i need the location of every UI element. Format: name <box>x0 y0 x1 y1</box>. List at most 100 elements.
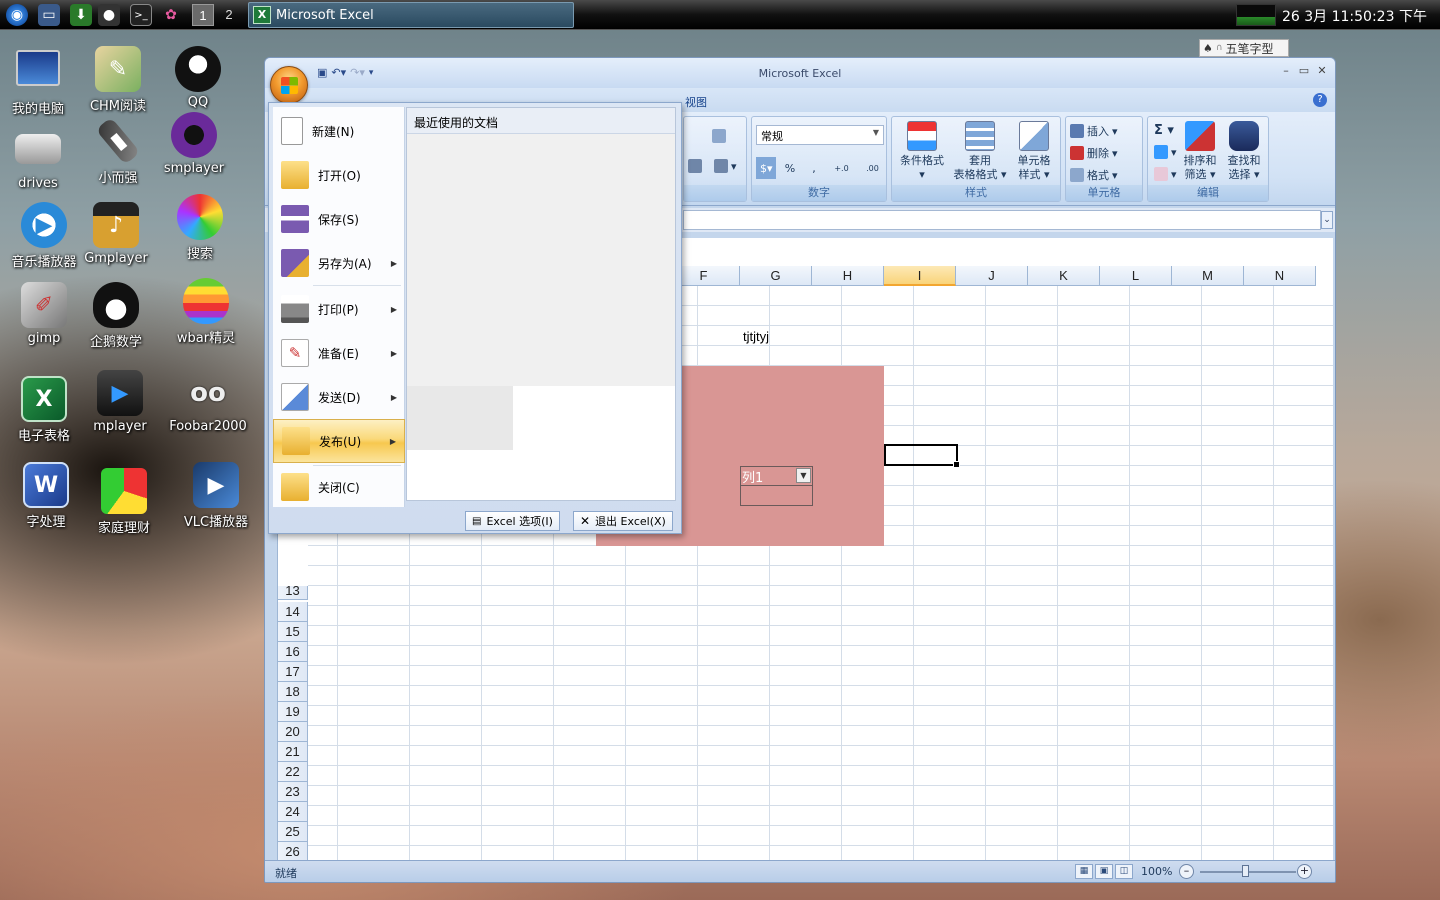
desktop-icon-gmplayer[interactable]: ♪ Gmplayer <box>72 202 160 266</box>
table-header-cell[interactable]: 列1 ▼ <box>740 466 813 486</box>
row-header-20[interactable]: 20 <box>278 722 308 742</box>
zoom-in-icon[interactable]: + <box>1297 864 1312 879</box>
zoom-level[interactable]: 100% <box>1141 865 1172 878</box>
format-as-table-button[interactable]: 套用 表格格式 ▾ <box>952 121 1008 182</box>
desktop-icon-search[interactable]: 搜索 <box>156 194 244 262</box>
conditional-format-button[interactable]: 条件格式 ▾ <box>894 121 950 182</box>
zoom-slider-thumb[interactable] <box>1242 865 1249 877</box>
row-header-13[interactable]: 13 <box>278 584 308 600</box>
close-icon[interactable]: ✕ <box>1315 64 1329 77</box>
page-layout-view-icon[interactable]: ▣ <box>1095 864 1113 879</box>
show-desktop-icon[interactable]: ▭ <box>38 4 60 26</box>
taskbar-excel-window[interactable]: X Microsoft Excel <box>248 2 574 28</box>
row-header-16[interactable]: 16 <box>278 642 308 662</box>
merge-cells-icon[interactable]: ▾ <box>714 159 737 173</box>
desktop-icon-vlc[interactable]: ▶ VLC播放器 <box>172 462 260 530</box>
exit-excel-button[interactable]: ✕ 退出 Excel(X) <box>573 511 673 531</box>
desktop-icon-mplayer[interactable]: ▶ mplayer <box>76 370 164 434</box>
workspace-1-button[interactable]: 1 <box>192 4 214 26</box>
delete-cells-button[interactable]: 删除 ▾ <box>1070 145 1118 161</box>
desktop-icon-drives[interactable]: drives <box>0 128 82 191</box>
menu-item-save-as[interactable]: 另存为(A) ▶ <box>273 241 405 285</box>
row-header-19[interactable]: 19 <box>278 702 308 722</box>
row-header-25[interactable]: 25 <box>278 822 308 842</box>
number-format-select[interactable]: 常规 ▼ <box>756 125 884 145</box>
desktop-icon-foobar2000[interactable]: oo Foobar2000 <box>164 370 252 434</box>
indent-icon[interactable] <box>688 159 702 173</box>
column-header-k[interactable]: K <box>1028 266 1100 286</box>
fill-icon[interactable]: ▾ <box>1154 145 1177 159</box>
autosum-icon[interactable]: Σ ▾ <box>1154 123 1174 138</box>
tab-view[interactable]: 视图 <box>685 94 707 110</box>
currency-format-icon[interactable]: $▾ <box>756 157 776 179</box>
filter-dropdown-icon[interactable]: ▼ <box>796 468 811 483</box>
menu-item-open[interactable]: 打开(O) <box>273 153 405 197</box>
menu-item-prepare[interactable]: ✎ 准备(E) ▶ <box>273 331 405 375</box>
sort-filter-button[interactable]: 排序和 筛选 ▾ <box>1178 121 1222 182</box>
formula-input[interactable] <box>683 210 1321 230</box>
row-header-26[interactable]: 26 <box>278 842 308 862</box>
row-header-22[interactable]: 22 <box>278 762 308 782</box>
menu-item-send[interactable]: 发送(D) ▶ <box>273 375 405 419</box>
download-icon[interactable]: ⬇ <box>70 4 92 26</box>
desktop-icon-spreadsheet[interactable]: X 电子表格 <box>0 376 88 444</box>
desktop-icon-home-finance[interactable]: 家庭理财 <box>80 468 168 536</box>
row-header-21[interactable]: 21 <box>278 742 308 762</box>
excel-options-button[interactable]: ▤ Excel 选项(I) <box>465 511 560 531</box>
desktop-icon-qq[interactable]: QQ <box>154 46 242 110</box>
column-header-g[interactable]: G <box>740 266 812 286</box>
clear-icon[interactable]: ▾ <box>1154 167 1177 181</box>
active-cell-i[interactable] <box>884 444 960 468</box>
minimize-icon[interactable]: – <box>1279 64 1293 77</box>
help-icon[interactable]: ? <box>1313 93 1327 107</box>
desktop-icon-smplayer[interactable]: smplayer <box>150 112 238 176</box>
start-menu-icon[interactable]: ◉ <box>6 4 28 26</box>
row-header-28[interactable]: 28 <box>278 882 308 883</box>
column-header-l[interactable]: L <box>1100 266 1172 286</box>
desktop-icon-xiaoerqiang[interactable]: ▮ 小而强 <box>74 116 162 186</box>
column-header-n[interactable]: N <box>1244 266 1316 286</box>
format-cells-button[interactable]: 格式 ▾ <box>1070 167 1118 183</box>
workspace-2-button[interactable]: 2 <box>218 4 240 26</box>
wrap-text-icon[interactable] <box>712 129 726 143</box>
office-button[interactable] <box>270 66 308 104</box>
normal-view-icon[interactable]: ▦ <box>1075 864 1093 879</box>
mouse-icon[interactable]: ● <box>98 4 120 26</box>
decrease-decimal-button[interactable]: .00 →.0 <box>859 157 886 195</box>
row-header-14[interactable]: 14 <box>278 602 308 622</box>
row-header-23[interactable]: 23 <box>278 782 308 802</box>
table-data-cell[interactable] <box>740 485 813 506</box>
zoom-out-icon[interactable]: – <box>1179 864 1194 879</box>
menu-item-new[interactable]: 新建(N) <box>273 109 405 153</box>
increase-decimal-button[interactable]: +.0 .00 <box>828 157 855 195</box>
menu-item-close[interactable]: 关闭(C) <box>273 465 405 509</box>
menu-item-print[interactable]: 打印(P) ▶ <box>273 287 405 331</box>
page-break-view-icon[interactable]: ◫ <box>1115 864 1133 879</box>
column-header-i[interactable]: I <box>884 266 956 286</box>
terminal-icon[interactable]: >_ <box>130 4 152 26</box>
cell-styles-button[interactable]: 单元格 样式 ▾ <box>1006 121 1062 182</box>
percent-button[interactable]: % <box>780 157 800 179</box>
column-header-h[interactable]: H <box>812 266 884 286</box>
desktop-icon-wbar[interactable]: wbar精灵 <box>162 278 250 346</box>
ime-status-bar[interactable]: ♠ ∩ 五笔字型 <box>1199 39 1289 57</box>
desktop-icon-my-computer[interactable]: 我的电脑 <box>0 46 82 117</box>
row-header-17[interactable]: 17 <box>278 662 308 682</box>
find-select-button[interactable]: 查找和 选择 ▾ <box>1222 121 1266 182</box>
desktop-icon-word-processor[interactable]: W 字处理 <box>2 462 90 530</box>
row-header-15[interactable]: 15 <box>278 622 308 642</box>
menu-item-save[interactable]: 保存(S) <box>273 197 405 241</box>
desktop-icon-penguin-math[interactable]: 企鹅数学 <box>72 282 160 350</box>
insert-cells-button[interactable]: 插入 ▾ <box>1070 123 1118 139</box>
comma-button[interactable]: , <box>804 157 824 179</box>
column-header-j[interactable]: J <box>956 266 1028 286</box>
row-header-18[interactable]: 18 <box>278 682 308 702</box>
pinwheel-icon[interactable]: ✿ <box>160 4 182 26</box>
expand-formula-bar-icon[interactable]: ⌄ <box>1321 211 1333 229</box>
maximize-icon[interactable]: ▭ <box>1297 64 1311 77</box>
cell-g-text[interactable]: tjtjtyj <box>743 329 769 344</box>
column-header-m[interactable]: M <box>1172 266 1244 286</box>
desktop-icon-chm-reader[interactable]: ✎ CHM阅读 <box>74 46 162 114</box>
menu-item-publish[interactable]: 发布(U) ▶ <box>273 419 405 463</box>
row-header-24[interactable]: 24 <box>278 802 308 822</box>
